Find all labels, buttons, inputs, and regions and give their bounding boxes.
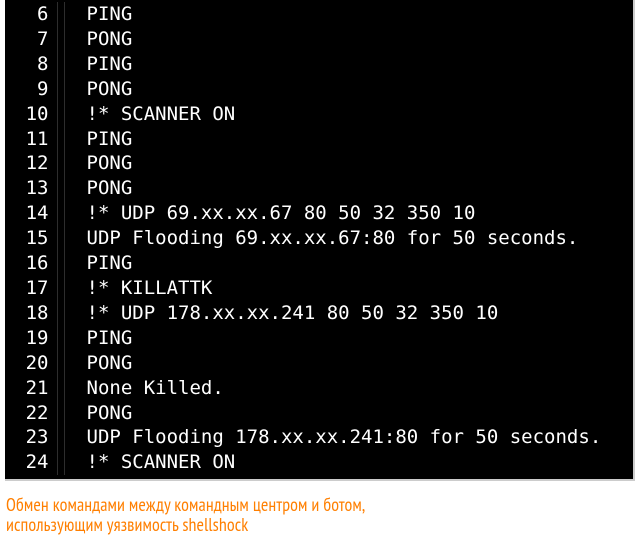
line-number: 14	[5, 201, 57, 226]
log-line: PONG	[65, 176, 133, 201]
gutter-divider	[57, 2, 65, 27]
log-line: UDP Flooding 178.xx.xx.241:80 for 50 sec…	[65, 425, 602, 450]
gutter-divider	[57, 326, 65, 351]
line-number: 16	[5, 251, 57, 276]
log-row: 8 PING	[5, 52, 633, 77]
log-line: PING	[65, 326, 133, 351]
log-row: 9 PONG	[5, 77, 633, 102]
line-number: 12	[5, 151, 57, 176]
log-row: 15 UDP Flooding 69.xx.xx.67:80 for 50 sec…	[5, 226, 633, 251]
log-line: !* SCANNER ON	[65, 102, 236, 127]
gutter-divider	[57, 450, 65, 475]
log-row: 10 !* SCANNER ON	[5, 102, 633, 127]
line-number: 8	[5, 52, 57, 77]
log-line: PONG	[65, 351, 133, 376]
gutter-divider	[57, 401, 65, 426]
log-line: !* SCANNER ON	[65, 450, 236, 475]
log-row: 11 PING	[5, 127, 633, 152]
caption-line-2: использующим уязвимость shellshock	[6, 513, 248, 536]
line-number: 18	[5, 301, 57, 326]
line-number: 20	[5, 351, 57, 376]
log-line: PING	[65, 251, 133, 276]
gutter-divider	[57, 151, 65, 176]
line-number: 6	[5, 2, 57, 27]
line-number: 23	[5, 425, 57, 450]
log-line: None Killed.	[65, 376, 224, 401]
line-number: 17	[5, 276, 57, 301]
log-row: 13 PONG	[5, 176, 633, 201]
log-row: 19 PING	[5, 326, 633, 351]
log-row: 14 !* UDP 69.xx.xx.67 80 50 32 350 10	[5, 201, 633, 226]
gutter-divider	[57, 102, 65, 127]
log-row: 21 None Killed.	[5, 376, 633, 401]
log-row: 12 PONG	[5, 151, 633, 176]
log-row: 23 UDP Flooding 178.xx.xx.241:80 for 50 s…	[5, 425, 633, 450]
log-row: 6 PING	[5, 2, 633, 27]
gutter-divider	[57, 376, 65, 401]
log-row: 22 PONG	[5, 401, 633, 426]
caption: Обмен командами между командным центром …	[0, 481, 639, 547]
log-line: PING	[65, 2, 133, 27]
gutter-divider	[57, 251, 65, 276]
gutter-divider	[57, 301, 65, 326]
line-number: 22	[5, 401, 57, 426]
log-line: !* KILLATTK	[65, 276, 213, 301]
log-row: 7 PONG	[5, 27, 633, 52]
gutter-divider	[57, 276, 65, 301]
log-line: PONG	[65, 77, 133, 102]
line-number: 19	[5, 326, 57, 351]
log-row: 16 PING	[5, 251, 633, 276]
gutter-divider	[57, 425, 65, 450]
log-line: PING	[65, 127, 133, 152]
line-number: 9	[5, 77, 57, 102]
log-row: 20 PONG	[5, 351, 633, 376]
log-line: !* UDP 69.xx.xx.67 80 50 32 350 10	[65, 201, 476, 226]
gutter-divider	[57, 52, 65, 77]
log-line: PING	[65, 52, 133, 77]
line-number: 21	[5, 376, 57, 401]
line-number: 11	[5, 127, 57, 152]
log-row: 18 !* UDP 178.xx.xx.241 80 50 32 350 10	[5, 301, 633, 326]
line-number: 24	[5, 450, 57, 475]
gutter-divider	[57, 351, 65, 376]
line-number: 7	[5, 27, 57, 52]
log-line: !* UDP 178.xx.xx.241 80 50 32 350 10	[65, 301, 499, 326]
log-row: 24 !* SCANNER ON	[5, 450, 633, 475]
line-number: 10	[5, 102, 57, 127]
page-wrap: 6 PING 7 PONG 8 PING 9 PONG 10 !* SCANNER ON 11 PIN…	[0, 0, 639, 547]
gutter-divider	[57, 201, 65, 226]
terminal-log: 6 PING 7 PONG 8 PING 9 PONG 10 !* SCANNER ON 11 PIN…	[5, 0, 635, 481]
log-line: PONG	[65, 27, 133, 52]
log-line: PONG	[65, 401, 133, 426]
log-line: UDP Flooding 69.xx.xx.67:80 for 50 secon…	[65, 226, 579, 251]
line-number: 13	[5, 176, 57, 201]
gutter-divider	[57, 176, 65, 201]
gutter-divider	[57, 77, 65, 102]
line-number: 15	[5, 226, 57, 251]
gutter-divider	[57, 226, 65, 251]
gutter-divider	[57, 127, 65, 152]
gutter-divider	[57, 27, 65, 52]
log-line: PONG	[65, 151, 133, 176]
log-row: 17 !* KILLATTK	[5, 276, 633, 301]
